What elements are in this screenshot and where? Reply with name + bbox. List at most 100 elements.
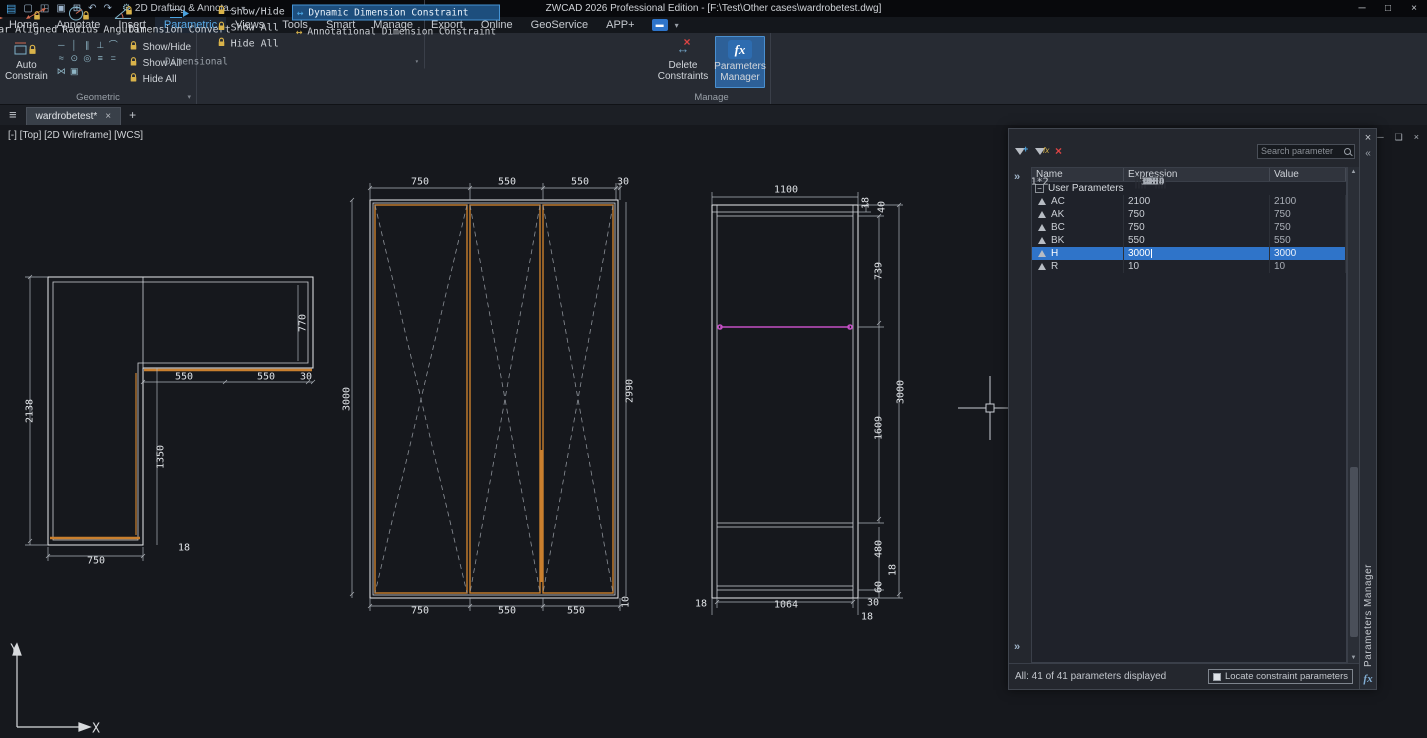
- value-cell: 3000: [1270, 247, 1346, 260]
- viewport-controls[interactable]: [-] [Top] [2D Wireframe] [WCS]: [8, 130, 143, 141]
- locate-label: Locate constraint parameters: [1225, 671, 1348, 682]
- doc-close-icon[interactable]: ×: [1414, 132, 1419, 143]
- locate-checkbox[interactable]: [1213, 673, 1221, 681]
- annotational-dimension-icon: ↔: [296, 25, 303, 38]
- hamburger-menu-icon[interactable]: ≡: [0, 105, 26, 125]
- close-button[interactable]: ×: [1401, 3, 1427, 14]
- aligned-dimension-button[interactable]: Aligned: [15, 1, 57, 36]
- radius-dimension-icon: [67, 3, 93, 23]
- dimensional-show-hide-button[interactable]: Show/Hide: [216, 5, 285, 19]
- menu-overflow-caret[interactable]: ▾: [672, 17, 682, 33]
- delete-constraints-button[interactable]: ↔× Delete Constraints: [658, 36, 708, 88]
- palette-fx-icon: fx: [1363, 673, 1372, 685]
- status-text: All: 41 of 41 parameters displayed: [1015, 671, 1166, 682]
- parameters-manager-button[interactable]: fx Parameters Manager: [715, 36, 765, 88]
- expression-cell[interactable]: 10: [1124, 260, 1270, 273]
- minimize-button[interactable]: ─: [1349, 3, 1375, 14]
- parameter-row[interactable]: H30003000: [1032, 247, 1346, 260]
- front-door-diagonals: [375, 205, 613, 593]
- menu-app[interactable]: APP+: [597, 17, 643, 33]
- scroll-up-icon[interactable]: ▲: [1348, 169, 1359, 175]
- palette-status-bar: All: 41 of 41 parameters displayed Locat…: [1009, 663, 1359, 689]
- parameter-expression: 10: [1128, 261, 1139, 272]
- expression-cell[interactable]: 3000: [1124, 247, 1270, 260]
- drawing-tab[interactable]: wardrobetest* ×: [26, 107, 122, 125]
- front-view: [350, 183, 626, 611]
- user-parameter-icon: [1038, 237, 1046, 244]
- ribbon: Auto Constrain ─│∥⊥⌒≈⊙◎≡=⋈▣ Show/HideSho…: [0, 33, 1427, 105]
- annotational-dimension-constraint-button[interactable]: ↔ Annotational Dimension Constraint: [292, 24, 500, 40]
- toggle-label: Show All: [231, 22, 279, 33]
- panel-label-geometric[interactable]: Geometric▾: [0, 91, 196, 104]
- dimensional-hide-all-button[interactable]: Hide All: [216, 37, 285, 51]
- scroll-down-icon[interactable]: ▼: [1348, 655, 1359, 661]
- maximize-button[interactable]: □: [1375, 3, 1401, 14]
- parameter-expression: 3000: [1128, 248, 1150, 259]
- table-scrollbar[interactable]: ▲ ▼: [1347, 167, 1359, 663]
- menu-geoservice[interactable]: GeoService: [522, 17, 597, 33]
- new-filter-icon[interactable]: +: [1015, 148, 1025, 155]
- parameter-row[interactable]: R1010: [1032, 260, 1346, 273]
- column-value[interactable]: Value: [1270, 168, 1346, 181]
- new-tab-button[interactable]: +: [121, 105, 144, 125]
- panel-expand-icon[interactable]: ▾: [187, 91, 191, 104]
- drawing-tab-bar: ≡ wardrobetest* × +: [0, 105, 1427, 125]
- parameter-rows: d6d218d7BK550d8d218d9d420d10d118d123030d…: [1032, 182, 1346, 273]
- search-parameter-input[interactable]: [1261, 146, 1344, 156]
- dimension-constraint-modes: ↔ Dynamic Dimension Constraint ↔ Annotat…: [292, 1, 500, 53]
- aligned-dimension-icon: [23, 3, 49, 23]
- name-cell: BC: [1032, 221, 1124, 234]
- parameter-row[interactable]: AK750750: [1032, 208, 1346, 221]
- expression-cell[interactable]: 750: [1124, 208, 1270, 221]
- expression-cell[interactable]: 550: [1124, 234, 1270, 247]
- locate-constraint-toggle[interactable]: Locate constraint parameters: [1208, 669, 1353, 684]
- linear-dimension-button[interactable]: Linear▾: [0, 1, 10, 48]
- side-view: [712, 192, 903, 615]
- toggle-label: Hide All: [231, 38, 279, 49]
- value-cell: 550: [1270, 234, 1346, 247]
- expand-chevron-top[interactable]: »: [1014, 171, 1020, 183]
- palette-close-icon[interactable]: ×: [1365, 132, 1371, 144]
- parameter-expression: 550: [1128, 235, 1145, 246]
- parameter-row[interactable]: AC21002100: [1032, 195, 1346, 208]
- panel-expand-icon[interactable]: ▾: [415, 56, 419, 69]
- parameter-name: R: [1051, 261, 1058, 272]
- palette-autohide-icon[interactable]: «: [1365, 148, 1371, 159]
- geometric-hide-all-button[interactable]: Hide All: [128, 72, 191, 86]
- panel-label-dimensional[interactable]: Dimensional▾: [0, 56, 424, 69]
- expression-cell[interactable]: 750: [1124, 221, 1270, 234]
- delete-parameter-icon[interactable]: ×: [1055, 146, 1062, 156]
- user-parameter-icon: [1038, 263, 1046, 270]
- dimensional-show-all-button[interactable]: Show All: [216, 21, 285, 35]
- palette-titlebar[interactable]: × « Parameters Manager fx: [1359, 129, 1376, 689]
- dynamic-dimension-constraint-button[interactable]: ↔ Dynamic Dimension Constraint: [292, 5, 500, 21]
- fx-icon: fx: [728, 40, 752, 59]
- radius-dimension-button[interactable]: Radius: [62, 1, 98, 36]
- text-cursor: [1151, 249, 1152, 258]
- parameter-row[interactable]: BC750750: [1032, 221, 1346, 234]
- panel-label-manage: Manage: [653, 91, 770, 104]
- doc-minimize-icon[interactable]: ─: [1377, 132, 1383, 143]
- tab-close-icon[interactable]: ×: [105, 111, 111, 122]
- palette-title: Parameters Manager: [1363, 564, 1374, 667]
- toggle-label: Hide All: [143, 74, 177, 85]
- expression-cell[interactable]: d7*2-d1*2: [1031, 176, 1136, 189]
- plan-view: [25, 275, 315, 561]
- search-parameter-box[interactable]: [1257, 144, 1355, 159]
- dimension-convert-button[interactable]: Dimension Convert: [151, 1, 209, 36]
- doc-restore-icon[interactable]: ❑: [1395, 132, 1403, 143]
- parameter-row[interactable]: d41d7*2-d1*21064: [1031, 176, 1166, 189]
- side-dim-lines: [712, 192, 903, 615]
- menu-overflow-badge[interactable]: ▬: [652, 19, 668, 31]
- parameter-row[interactable]: BK550550: [1032, 234, 1346, 247]
- expression-cell[interactable]: 2100: [1124, 195, 1270, 208]
- parameter-expression: 2100: [1128, 196, 1150, 207]
- fx-filter-icon[interactable]: fx: [1035, 148, 1045, 155]
- zwcad-window: ▤▢◳▣⊞↶↷ ⚙ 2D Drafting & Annota... ▾ ZWCA…: [0, 0, 1427, 738]
- parameters-manager-palette: + fx × » » Name Expression Value d6d2: [1008, 128, 1377, 690]
- user-parameter-icon: [1038, 198, 1046, 205]
- panel-dimensional: Linear▾AlignedRadiusAngularDimension Con…: [0, 0, 425, 69]
- expand-chevron-bottom[interactable]: »: [1014, 641, 1020, 653]
- user-parameter-icon: [1038, 250, 1046, 257]
- scroll-thumb[interactable]: [1350, 467, 1358, 637]
